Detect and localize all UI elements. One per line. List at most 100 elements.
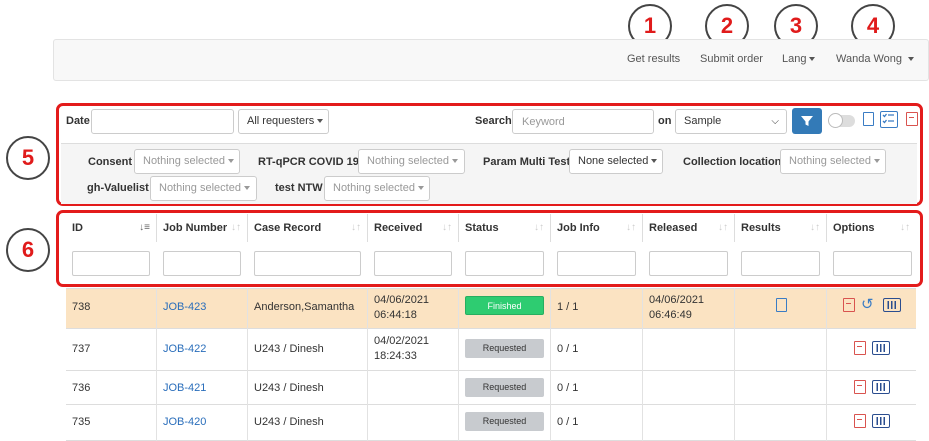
cell-case: U243 / Dinesh [254,416,324,428]
chevron-down-icon [873,159,880,164]
nav-lang-dropdown[interactable]: Lang [782,53,816,65]
col-header-id[interactable]: ID ↓≡ [66,214,157,242]
sort-icon: ↓↑ [231,222,241,233]
cell-released-date: 04/06/2021 [649,294,705,306]
checklist-icon[interactable] [880,111,898,128]
search-input[interactable]: Keyword [512,109,654,134]
barcode-icon[interactable] [872,414,890,428]
status-badge: Requested [465,378,544,397]
col-header-info[interactable]: Job Info ↓↑ [551,214,643,242]
status-badge: Requested [465,412,544,431]
chevron-down-icon [809,57,816,62]
requesters-dropdown[interactable]: All requesters [238,109,329,134]
pdf-icon[interactable] [854,341,866,355]
nav-lang-label: Lang [782,53,807,65]
col-header-id-label: ID [72,222,83,234]
col-header-released[interactable]: Released ↓↑ [643,214,735,242]
table-row[interactable]: 738 JOB-423 Anderson,Samantha 04/06/2021… [66,288,916,328]
pdf-icon[interactable] [854,414,866,428]
pdf-icon[interactable] [854,380,866,394]
column-divider [367,288,368,441]
chevron-down-icon [908,57,915,62]
param-dropdown[interactable]: None selected [569,149,663,174]
pdf-icon[interactable] [906,112,918,126]
col-header-case-label: Case Record [254,222,322,234]
filter-button[interactable] [792,108,822,134]
filter-job-input[interactable] [163,251,241,276]
table-row[interactable]: 737 JOB-422 U243 / Dinesh 04/02/2021 18:… [66,328,916,370]
cell-job-info: 0 / 1 [557,416,579,428]
filter-status-input[interactable] [465,251,544,276]
nav-get-results[interactable]: Get results [627,53,680,65]
col-header-options[interactable]: Options ↓↑ [827,214,916,242]
chevron-down-icon [227,159,234,164]
filter-icon [801,116,813,126]
testntw-value: Nothing selected [333,182,415,194]
testntw-label: test NTW [275,182,323,194]
col-header-status[interactable]: Status ↓↑ [459,214,551,242]
filter-case-input[interactable] [254,251,361,276]
barcode-icon[interactable] [883,298,901,312]
select-arrow-icon: ⌵ [771,116,779,127]
toggle-knob [828,113,843,128]
filter-received-input[interactable] [374,251,452,276]
testntw-dropdown[interactable]: Nothing selected [324,176,430,201]
col-header-received[interactable]: Received ↓↑ [368,214,459,242]
consent-value: Nothing selected [143,155,225,167]
table-row[interactable]: 735 JOB-420 U243 / Dinesh Requested 0 / … [66,404,916,441]
nav-user-dropdown[interactable]: Wanda Wong [836,53,915,65]
refresh-icon[interactable]: ↺ [861,295,874,313]
barcode-icon[interactable] [872,341,890,355]
cell-received-date: 04/02/2021 [374,335,430,347]
chevron-down-icon [417,186,424,191]
job-link[interactable]: JOB-420 [163,416,206,428]
sort-icon: ↓↑ [534,222,544,233]
filter-info-input[interactable] [557,251,636,276]
cell-received-date: 04/06/2021 [374,294,430,306]
nav-user-label: Wanda Wong [836,53,903,65]
col-header-received-label: Received [374,222,423,234]
job-link[interactable]: JOB-421 [163,382,206,394]
filter-options-input[interactable] [833,251,912,276]
param-value: None selected [578,155,649,167]
filter-id-input[interactable] [72,251,150,276]
barcode-icon[interactable] [872,380,890,394]
search-field-select[interactable]: Sample ⌵ [675,109,787,134]
table-row[interactable]: 736 JOB-421 U243 / Dinesh Requested 0 / … [66,370,916,404]
job-link[interactable]: JOB-422 [163,343,206,355]
filter-released-input[interactable] [649,251,728,276]
rtqpcr-label: RT-qPCR COVID 19 [258,156,359,168]
pdf-icon[interactable] [843,298,855,312]
column-divider [550,288,551,441]
col-header-info-label: Job Info [557,222,600,234]
cell-received-time: 18:24:33 [374,350,417,362]
filter-results-input[interactable] [741,251,820,276]
column-divider [642,288,643,441]
cell-job-info: 1 / 1 [557,301,579,313]
rtqpcr-dropdown[interactable]: Nothing selected [358,149,465,174]
col-header-results-label: Results [741,222,781,234]
date-input[interactable] [91,109,234,134]
col-header-results[interactable]: Results ↓↑ [735,214,827,242]
nav-submit-order[interactable]: Submit order [700,53,763,65]
rtqpcr-value: Nothing selected [367,155,449,167]
valuelist-dropdown[interactable]: Nothing selected [150,176,257,201]
column-divider [734,288,735,441]
consent-dropdown[interactable]: Nothing selected [134,149,240,174]
date-label: Date [66,115,90,127]
cell-job-info: 0 / 1 [557,343,579,355]
cell-id: 736 [72,382,91,394]
cell-job-info: 0 / 1 [557,382,579,394]
export-icon[interactable] [863,112,874,126]
col-header-case[interactable]: Case Record ↓↑ [248,214,368,242]
sort-icon: ↓↑ [626,222,636,233]
document-icon[interactable] [776,298,787,312]
job-link[interactable]: JOB-423 [163,301,206,313]
toggle-switch[interactable] [828,113,855,128]
collection-dropdown[interactable]: Nothing selected [780,149,886,174]
param-label: Param Multi Test [483,156,571,168]
search-placeholder: Keyword [522,116,565,128]
col-header-job-label: Job Number [163,222,228,234]
col-header-job[interactable]: Job Number ↓↑ [157,214,248,242]
sort-active-icon: ↓≡ [139,222,150,233]
